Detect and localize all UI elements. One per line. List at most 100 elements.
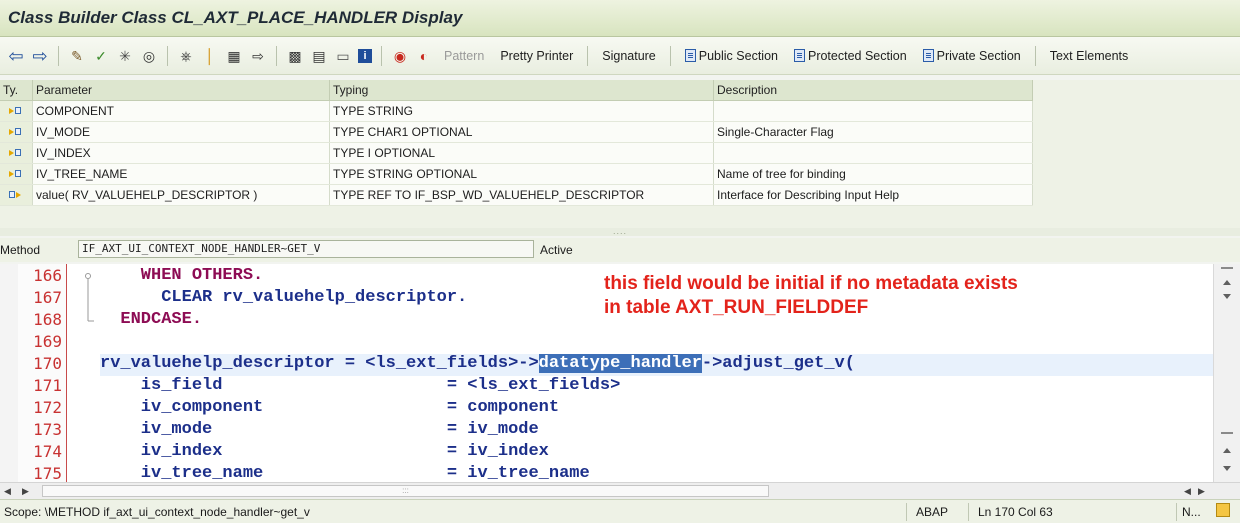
private-section-button[interactable]: Private Section: [922, 48, 1021, 63]
scroll-top-marker: [1221, 267, 1233, 269]
column-header-type[interactable]: Ty.: [0, 80, 33, 101]
parameter-typing[interactable]: TYPE STRING OPTIONAL: [329, 163, 714, 185]
scroll-down-arrow-icon[interactable]: [1223, 294, 1231, 299]
toolbar-separator: [58, 45, 59, 66]
session-breakpoint-icon[interactable]: ◐: [415, 47, 433, 65]
parameter-name[interactable]: IV_MODE: [32, 121, 330, 143]
toolbar-separator: [167, 45, 168, 66]
text-elements-button[interactable]: Text Elements: [1050, 49, 1129, 63]
window-icon[interactable]: ▤: [310, 47, 328, 65]
line-number: 167: [33, 288, 62, 307]
scroll-left-arrow-icon[interactable]: ◀: [1184, 486, 1191, 497]
method-header: Method IF_AXT_UI_CONTEXT_NODE_HANDLER~GE…: [0, 238, 1240, 262]
other-object-icon[interactable]: ✎: [68, 47, 86, 65]
parameter-description[interactable]: [713, 100, 1033, 122]
parameter-name[interactable]: IV_INDEX: [32, 142, 330, 164]
code-line[interactable]: WHEN OTHERS.: [100, 265, 263, 287]
line-number: 172: [33, 398, 62, 417]
importing-parameter-icon: [0, 121, 33, 143]
back-arrow-icon[interactable]: ⇦: [7, 47, 25, 65]
parameter-description[interactable]: Interface for Describing Input Help: [713, 184, 1033, 206]
parameter-description[interactable]: Name of tree for binding: [713, 163, 1033, 185]
where-used-icon[interactable]: ⎈: [177, 47, 195, 65]
parameter-typing[interactable]: TYPE STRING: [329, 100, 714, 122]
code-editor[interactable]: 166 167 168 169 170 171 172 173 174 175 …: [0, 264, 1213, 482]
code-line[interactable]: ENDCASE.: [100, 309, 202, 331]
selected-text: datatype_handler: [538, 354, 702, 373]
importing-parameter-icon: [0, 163, 33, 185]
column-header-description[interactable]: Description: [713, 80, 1033, 101]
scroll-left-arrow-icon[interactable]: ◀: [4, 486, 11, 497]
status-divider: [906, 503, 907, 521]
column-header-parameter[interactable]: Parameter: [32, 80, 330, 101]
parameter-typing[interactable]: TYPE REF TO IF_BSP_WD_VALUEHELP_DESCRIPT…: [329, 184, 714, 206]
table-row[interactable]: COMPONENT TYPE STRING: [0, 100, 1033, 122]
code-text: ENDCASE.: [100, 310, 203, 329]
parameter-description[interactable]: Single-Character Flag: [713, 121, 1033, 143]
line-number: 171: [33, 376, 62, 395]
scroll-up-arrow-icon[interactable]: [1223, 448, 1231, 453]
info-icon[interactable]: i: [358, 48, 372, 63]
fullscreen-icon[interactable]: ▭: [334, 47, 352, 65]
line-number: 175: [33, 464, 62, 482]
scroll-thumb[interactable]: :::: [42, 485, 769, 497]
annotation-line: in table AXT_RUN_FIELDDEF: [604, 297, 869, 318]
code-line[interactable]: iv_index = iv_index: [100, 441, 549, 463]
line-number: 170: [33, 354, 62, 373]
table-row[interactable]: IV_MODE TYPE CHAR1 OPTIONAL Single-Chara…: [0, 121, 1033, 143]
display-object-list-icon[interactable]: ⇨: [249, 47, 267, 65]
private-section-label: Private Section: [936, 48, 1021, 63]
line-number: 168: [33, 310, 62, 329]
code-line[interactable]: CLEAR rv_valuehelp_descriptor.: [100, 287, 467, 309]
status-bar: Scope: \METHOD if_axt_ui_context_node_ha…: [0, 499, 1240, 524]
table-row[interactable]: IV_INDEX TYPE I OPTIONAL: [0, 142, 1033, 164]
status-divider: [1176, 503, 1177, 521]
code-line[interactable]: iv_component = component: [100, 397, 559, 419]
code-line[interactable]: rv_valuehelp_descriptor = <ls_ext_fields…: [100, 353, 855, 375]
scroll-right-arrow-icon[interactable]: ▶: [22, 486, 29, 497]
table-row[interactable]: value( RV_VALUEHELP_DESCRIPTOR ) TYPE RE…: [0, 184, 1033, 206]
vertical-scrollbar[interactable]: [1213, 264, 1240, 482]
horizontal-scrollbar[interactable]: ◀ ▶ ::: ◀ ▶: [0, 482, 1240, 499]
public-section-button[interactable]: Public Section: [684, 48, 778, 63]
method-name-field[interactable]: IF_AXT_UI_CONTEXT_NODE_HANDLER~GET_V: [78, 240, 534, 258]
signature-button[interactable]: Signature: [602, 49, 656, 63]
parameter-typing[interactable]: TYPE I OPTIONAL: [329, 142, 714, 164]
pretty-printer-button[interactable]: Pretty Printer: [500, 49, 573, 63]
parameter-name[interactable]: IV_TREE_NAME: [32, 163, 330, 185]
activate-icon[interactable]: ✳: [116, 47, 134, 65]
parameter-name[interactable]: value( RV_VALUEHELP_DESCRIPTOR ): [32, 184, 330, 206]
test-icon[interactable]: ◎: [140, 47, 158, 65]
code-line[interactable]: iv_tree_name = iv_tree_name: [100, 463, 590, 482]
navigation-icon[interactable]: │: [201, 47, 219, 65]
document-icon: [793, 49, 805, 62]
protected-section-button[interactable]: Protected Section: [793, 48, 907, 63]
protected-section-label: Protected Section: [807, 48, 907, 63]
breakpoint-icon[interactable]: ◉: [391, 47, 409, 65]
hierarchy-icon[interactable]: ▩: [286, 47, 304, 65]
outline-icon[interactable]: ▦: [225, 47, 243, 65]
code-text: iv_component = component: [100, 398, 560, 417]
pattern-button[interactable]: Pattern: [444, 49, 484, 63]
code-text: WHEN OTHERS.: [100, 266, 264, 285]
line-number: 174: [33, 442, 62, 461]
table-row[interactable]: IV_TREE_NAME TYPE STRING OPTIONAL Name o…: [0, 163, 1033, 185]
code-text: rv_valuehelp_descriptor = <ls_ext_fields…: [100, 354, 539, 373]
parameter-description[interactable]: [713, 142, 1033, 164]
forward-arrow-icon[interactable]: ⇨: [31, 47, 49, 65]
scroll-down-arrow-icon[interactable]: [1223, 466, 1231, 471]
panel-splitter[interactable]: ....: [0, 227, 1240, 236]
check-icon[interactable]: ✓: [92, 47, 110, 65]
insert-mode-indicator: N...: [1182, 505, 1201, 519]
column-header-typing[interactable]: Typing: [329, 80, 714, 101]
code-text: iv_index = iv_index: [100, 442, 549, 461]
notes-icon[interactable]: [1216, 503, 1230, 517]
parameter-typing[interactable]: TYPE CHAR1 OPTIONAL: [329, 121, 714, 143]
scroll-right-arrow-icon[interactable]: ▶: [1198, 486, 1205, 497]
code-line[interactable]: iv_mode = iv_mode: [100, 419, 539, 441]
code-text: is_field = <ls_ext_fields>: [100, 376, 621, 395]
parameter-name[interactable]: COMPONENT: [32, 100, 330, 122]
scroll-up-arrow-icon[interactable]: [1223, 280, 1231, 285]
code-line[interactable]: is_field = <ls_ext_fields>: [100, 375, 621, 397]
public-section-label: Public Section: [698, 48, 778, 63]
